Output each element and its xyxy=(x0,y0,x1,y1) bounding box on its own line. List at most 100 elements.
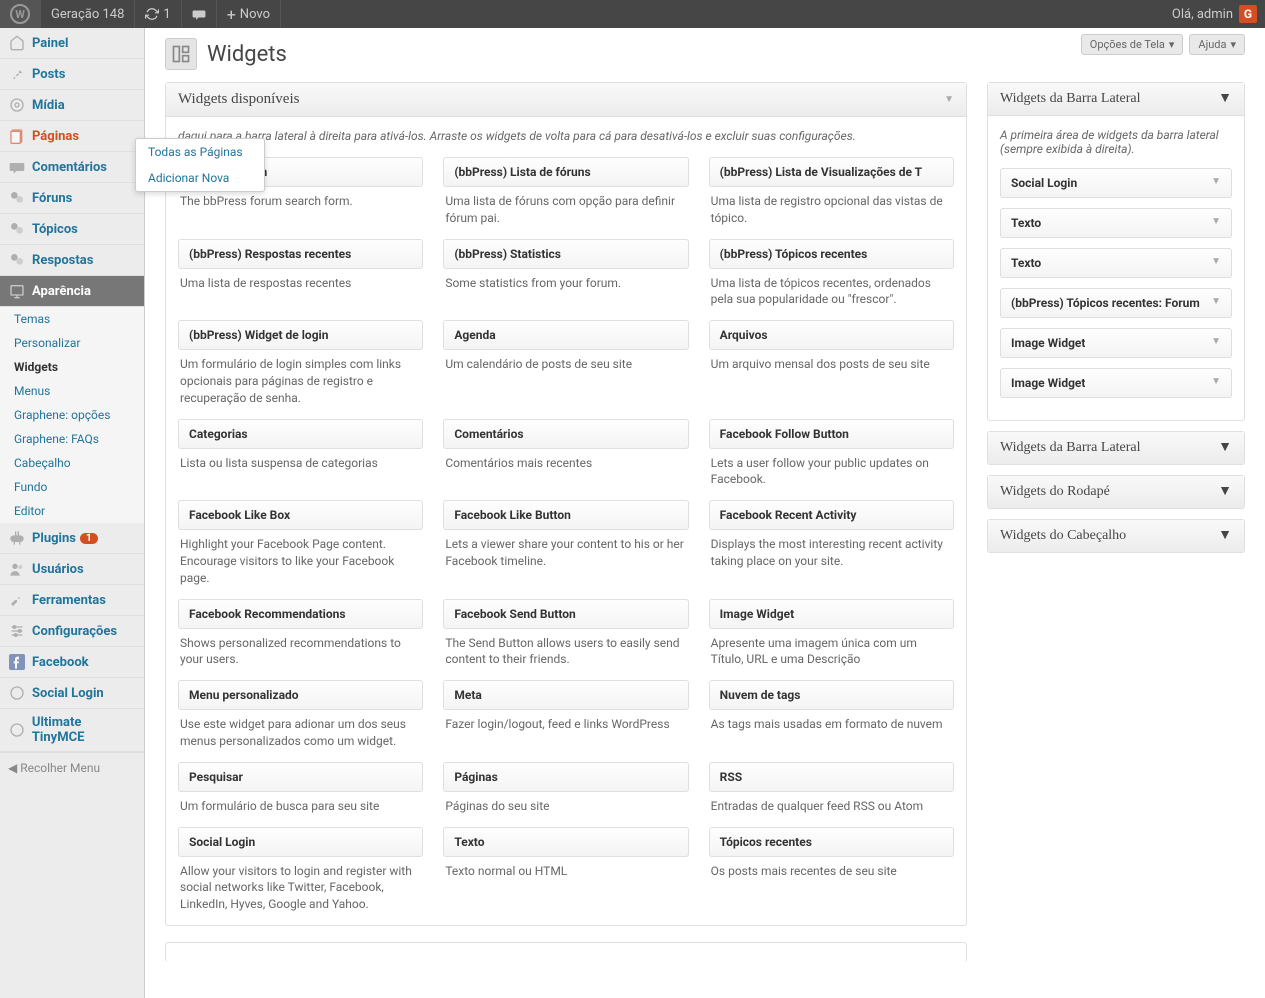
page-icon xyxy=(8,127,26,145)
menu-social-login[interactable]: Social Login xyxy=(0,678,144,709)
screen-options-button[interactable]: Opções de Tela ▾ xyxy=(1081,34,1184,55)
sidebar-area-header[interactable]: Widgets do Cabeçalho ▼ xyxy=(988,520,1244,552)
menu-ultimate-tinymce[interactable]: Ultimate TinyMCE xyxy=(0,709,144,752)
placed-widget[interactable]: Image Widget▼ xyxy=(1000,368,1232,398)
submenu-customize[interactable]: Personalizar xyxy=(0,331,144,355)
plus-icon: + xyxy=(227,5,236,24)
menu-label: Ferramentas xyxy=(32,593,106,608)
widget-title[interactable]: Social Login xyxy=(178,827,423,857)
admin-toolbar: W Geração 148 1 + Novo Olá, admin G xyxy=(0,0,1265,28)
menu-replies[interactable]: Respostas xyxy=(0,245,144,276)
submenu-menus[interactable]: Menus xyxy=(0,379,144,403)
comments-toolbar[interactable] xyxy=(182,0,217,28)
flyout-all-pages[interactable]: Todas as Páginas xyxy=(136,139,264,165)
menu-label: Ultimate TinyMCE xyxy=(32,715,136,745)
placed-widget[interactable]: Social Login▼ xyxy=(1000,168,1232,198)
placed-widgets-list: Social Login▼ Texto▼ Texto▼ (bbPress) Tópic… xyxy=(1000,168,1232,398)
menu-settings[interactable]: Configurações xyxy=(0,616,144,647)
collapse-menu[interactable]: ◀ Recolher Menu xyxy=(0,752,144,783)
widget-desc: Apresente uma imagem única com um Título… xyxy=(709,629,954,669)
help-label: Ajuda xyxy=(1198,38,1226,51)
menu-dashboard[interactable]: Painel xyxy=(0,28,144,59)
submenu-widgets[interactable]: Widgets xyxy=(0,355,144,379)
submenu-graphene-options[interactable]: Graphene: opções xyxy=(0,403,144,427)
widget-title[interactable]: Menu personalizado xyxy=(178,680,423,710)
menu-pages[interactable]: Páginas xyxy=(0,121,144,152)
menu-label: Mídia xyxy=(32,98,65,113)
widget-title[interactable]: Páginas xyxy=(443,762,688,792)
widget-title[interactable]: (bbPress) Tópicos recentes xyxy=(709,239,954,269)
available-widget: Nuvem de tagsAs tags mais usadas em form… xyxy=(709,680,954,750)
content: Widgets Widgets disponíveis ▼ daqui para… xyxy=(145,28,1265,998)
chevron-down-icon: ▼ xyxy=(1218,91,1232,107)
sidebar-area-3: Widgets do Rodapé ▼ xyxy=(987,475,1245,509)
widget-title[interactable]: (bbPress) Respostas recentes xyxy=(178,239,423,269)
avatar[interactable]: G xyxy=(1239,5,1257,23)
widget-desc: Um formulário de busca para seu site xyxy=(178,792,423,815)
widget-title[interactable]: Texto xyxy=(443,827,688,857)
flyout-add-new[interactable]: Adicionar Nova xyxy=(136,165,264,191)
widget-title[interactable]: RSS xyxy=(709,762,954,792)
widget-title[interactable]: Facebook Follow Button xyxy=(709,419,954,449)
widget-title[interactable]: Facebook Send Button xyxy=(443,599,688,629)
menu-tools[interactable]: Ferramentas xyxy=(0,585,144,616)
placed-widget[interactable]: Texto▼ xyxy=(1000,248,1232,278)
menu-comments[interactable]: Comentários xyxy=(0,152,144,183)
widget-desc: Uma lista de respostas recentes xyxy=(178,269,423,292)
menu-facebook[interactable]: Facebook xyxy=(0,647,144,678)
refresh[interactable]: 1 xyxy=(135,0,181,28)
menu-forums[interactable]: Fóruns xyxy=(0,183,144,214)
widget-title[interactable]: Categorias xyxy=(178,419,423,449)
sidebar-area-title: Widgets da Barra Lateral xyxy=(1000,440,1141,456)
placed-widget[interactable]: Image Widget▼ xyxy=(1000,328,1232,358)
submenu-graphene-faqs[interactable]: Graphene: FAQs xyxy=(0,427,144,451)
widget-title[interactable]: Tópicos recentes xyxy=(709,827,954,857)
new-content[interactable]: + Novo xyxy=(217,0,281,28)
topic-icon xyxy=(8,220,26,238)
widget-title[interactable]: Image Widget xyxy=(709,599,954,629)
placed-widget[interactable]: Texto▼ xyxy=(1000,208,1232,238)
menu-plugins[interactable]: Plugins 1 xyxy=(0,523,144,554)
menu-topics[interactable]: Tópicos xyxy=(0,214,144,245)
sidebar-area-header[interactable]: Widgets da Barra Lateral ▼ xyxy=(988,432,1244,464)
submenu-editor[interactable]: Editor xyxy=(0,499,144,523)
submenu-themes[interactable]: Temas xyxy=(0,307,144,331)
sidebar-area-header[interactable]: Widgets do Rodapé ▼ xyxy=(988,476,1244,508)
submenu-background[interactable]: Fundo xyxy=(0,475,144,499)
widget-title[interactable]: (bbPress) Lista de Visualizações de T xyxy=(709,157,954,187)
widget-title[interactable]: Meta xyxy=(443,680,688,710)
widget-title[interactable]: Agenda xyxy=(443,320,688,350)
widget-title[interactable]: (bbPress) Widget de login xyxy=(178,320,423,350)
inactive-widgets-panel xyxy=(165,942,967,962)
submenu-header[interactable]: Cabeçalho xyxy=(0,451,144,475)
widget-desc: Comentários mais recentes xyxy=(443,449,688,472)
widget-title[interactable]: Facebook Recent Activity xyxy=(709,500,954,530)
widget-title[interactable]: (bbPress) Lista de fóruns xyxy=(443,157,688,187)
menu-users[interactable]: Usuários xyxy=(0,554,144,585)
placed-widget[interactable]: (bbPress) Tópicos recentes: Forum▼ xyxy=(1000,288,1232,318)
widget-title[interactable]: Facebook Like Button xyxy=(443,500,688,530)
widget-desc: Um arquivo mensal dos posts de seu site xyxy=(709,350,954,373)
available-widget: Menu personalizadoUse este widget para a… xyxy=(178,680,423,750)
site-name[interactable]: Geração 148 xyxy=(41,0,135,28)
available-widgets-header[interactable]: Widgets disponíveis ▼ xyxy=(166,83,966,117)
sidebar-area-header[interactable]: Widgets da Barra Lateral ▼ xyxy=(988,83,1244,116)
widget-title[interactable]: Facebook Like Box xyxy=(178,500,423,530)
wp-logo[interactable]: W xyxy=(0,0,41,28)
widget-title[interactable]: Nuvem de tags xyxy=(709,680,954,710)
greeting[interactable]: Olá, admin xyxy=(1172,7,1233,22)
widget-title[interactable]: (bbPress) Statistics xyxy=(443,239,688,269)
sidebar-area-1: Widgets da Barra Lateral ▼ A primeira ár… xyxy=(987,82,1245,421)
widget-title[interactable]: Pesquisar xyxy=(178,762,423,792)
users-icon xyxy=(8,560,26,578)
widget-desc: Uma lista de tópicos recentes, ordenados… xyxy=(709,269,954,309)
menu-appearance[interactable]: Aparência xyxy=(0,276,144,307)
widget-desc: Use este widget para adionar um dos seus… xyxy=(178,710,423,750)
widget-title[interactable]: Arquivos xyxy=(709,320,954,350)
help-button[interactable]: Ajuda ▾ xyxy=(1189,34,1245,55)
menu-label: Fóruns xyxy=(32,191,72,206)
widget-title[interactable]: Facebook Recommendations xyxy=(178,599,423,629)
widget-title[interactable]: Comentários xyxy=(443,419,688,449)
menu-posts[interactable]: Posts xyxy=(0,59,144,90)
menu-media[interactable]: Mídia xyxy=(0,90,144,121)
